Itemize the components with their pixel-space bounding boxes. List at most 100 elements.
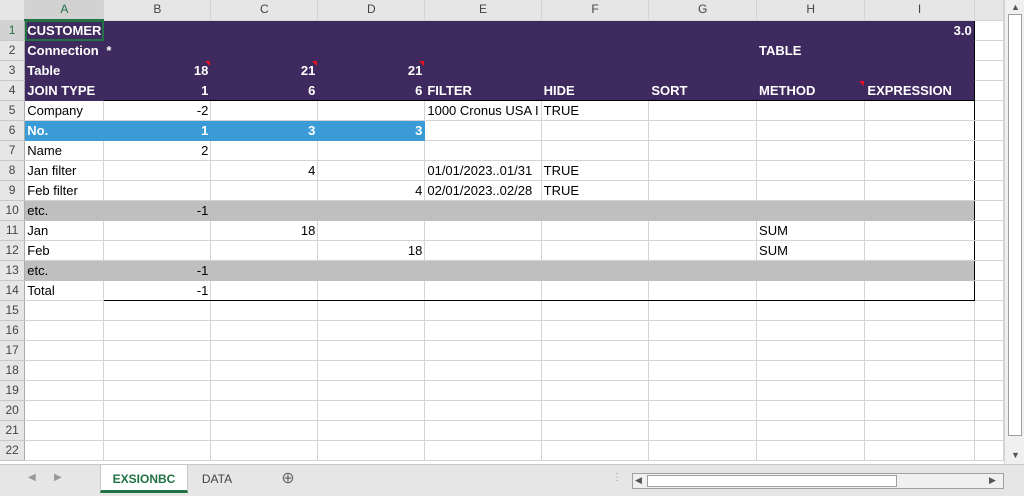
cell-d8[interactable]	[317, 160, 426, 181]
cell-e22[interactable]	[424, 440, 542, 461]
cell-f13[interactable]	[541, 260, 650, 281]
cell-c22[interactable]	[210, 440, 319, 461]
row-header-18[interactable]: 18	[0, 360, 26, 381]
cell-i14[interactable]	[864, 280, 975, 301]
cell-b4[interactable]: 1	[103, 80, 212, 101]
cell-d3[interactable]: 21	[317, 60, 426, 81]
cell-extra-12[interactable]	[974, 240, 1004, 261]
cell-e14[interactable]	[424, 280, 542, 301]
column-header-h[interactable]: H	[756, 0, 866, 21]
cell-e15[interactable]	[424, 300, 542, 321]
cell-g8[interactable]	[648, 160, 758, 181]
row-header-1[interactable]: 1	[0, 20, 26, 41]
cell-a6[interactable]: No.	[24, 120, 105, 141]
cell-c13[interactable]	[210, 260, 319, 281]
cell-extra-14[interactable]	[974, 280, 1004, 301]
column-header-f[interactable]: F	[541, 0, 650, 21]
cell-d17[interactable]	[317, 340, 426, 361]
cell-e4[interactable]: FILTER	[424, 80, 542, 101]
tab-exsionbc[interactable]: EXSIONBC	[100, 465, 188, 493]
cell-e5[interactable]: 1000 Cronus USA I	[424, 100, 542, 121]
cell-extra-8[interactable]	[974, 160, 1004, 181]
cell-g16[interactable]	[648, 320, 758, 341]
cell-h16[interactable]	[756, 320, 866, 341]
cell-g4[interactable]: SORT	[648, 80, 758, 101]
cell-a18[interactable]	[24, 360, 105, 381]
cell-a13[interactable]: etc.	[24, 260, 105, 281]
prev-sheet-icon[interactable]: ◀	[28, 472, 36, 483]
cell-c12[interactable]	[210, 240, 319, 261]
cell-c6[interactable]: 3	[210, 120, 319, 141]
cell-h1[interactable]	[756, 20, 866, 41]
cell-extra-15[interactable]	[974, 300, 1004, 321]
cell-h11[interactable]: SUM	[756, 220, 866, 241]
cell-h7[interactable]	[756, 140, 866, 161]
cell-c1[interactable]	[210, 20, 319, 41]
scroll-left-arrow-icon[interactable]: ◀	[635, 475, 642, 486]
cell-g21[interactable]	[648, 420, 758, 441]
cell-a8[interactable]: Jan filter	[24, 160, 105, 181]
row-header-13[interactable]: 13	[0, 260, 26, 281]
cell-b12[interactable]	[103, 240, 212, 261]
cell-h20[interactable]	[756, 400, 866, 421]
cell-a17[interactable]	[24, 340, 105, 361]
cell-h18[interactable]	[756, 360, 866, 381]
column-header-d[interactable]: D	[317, 0, 426, 21]
row-header-14[interactable]: 14	[0, 280, 26, 301]
next-sheet-icon[interactable]: ▶	[54, 472, 62, 483]
cell-d4[interactable]: 6	[317, 80, 426, 101]
cell-a19[interactable]	[24, 380, 105, 401]
spreadsheet-grid[interactable]: A B C D E F G H I 1 CUSTOMER 3.0 2 Connection * TABLE 3 T…	[0, 0, 1004, 464]
cell-extra-16[interactable]	[974, 320, 1004, 341]
cell-d6[interactable]: 3	[317, 120, 426, 141]
cell-i12[interactable]	[864, 240, 975, 261]
cell-g20[interactable]	[648, 400, 758, 421]
cell-d20[interactable]	[317, 400, 426, 421]
cell-extra-6[interactable]	[974, 120, 1004, 141]
cell-i16[interactable]	[864, 320, 975, 341]
cell-b1[interactable]	[103, 20, 212, 41]
cell-a11[interactable]: Jan	[24, 220, 105, 241]
cell-f22[interactable]	[541, 440, 650, 461]
cell-b11[interactable]	[103, 220, 212, 241]
cell-f7[interactable]	[541, 140, 650, 161]
cell-a21[interactable]	[24, 420, 105, 441]
cell-extra-18[interactable]	[974, 360, 1004, 381]
cell-c17[interactable]	[210, 340, 319, 361]
cell-b17[interactable]	[103, 340, 212, 361]
cell-b13[interactable]: -1	[103, 260, 212, 281]
cell-extra-3[interactable]	[974, 60, 1004, 81]
cell-h13[interactable]	[756, 260, 866, 281]
cell-h21[interactable]	[756, 420, 866, 441]
cell-h12[interactable]: SUM	[756, 240, 866, 261]
cell-b16[interactable]	[103, 320, 212, 341]
row-header-19[interactable]: 19	[0, 380, 26, 401]
cell-e9[interactable]: 02/01/2023..02/28	[424, 180, 542, 201]
cell-e3[interactable]	[424, 60, 542, 81]
cell-g19[interactable]	[648, 380, 758, 401]
row-header-6[interactable]: 6	[0, 120, 26, 141]
cell-c15[interactable]	[210, 300, 319, 321]
cell-f14[interactable]	[541, 280, 650, 301]
cell-c11[interactable]: 18	[210, 220, 319, 241]
cell-a9[interactable]: Feb filter	[24, 180, 105, 201]
cell-e6[interactable]	[424, 120, 542, 141]
cell-h4[interactable]: METHOD	[756, 80, 866, 101]
cell-f18[interactable]	[541, 360, 650, 381]
cell-extra-5[interactable]	[974, 100, 1004, 121]
cell-c21[interactable]	[210, 420, 319, 441]
cell-c10[interactable]	[210, 200, 319, 221]
cell-e10[interactable]	[424, 200, 542, 221]
cell-g15[interactable]	[648, 300, 758, 321]
row-header-2[interactable]: 2	[0, 40, 26, 61]
cell-extra-19[interactable]	[974, 380, 1004, 401]
cell-i9[interactable]	[864, 180, 975, 201]
cell-b9[interactable]	[103, 180, 212, 201]
cell-b6[interactable]: 1	[103, 120, 212, 141]
cell-a15[interactable]	[24, 300, 105, 321]
cell-f6[interactable]	[541, 120, 650, 141]
cell-h2[interactable]: TABLE	[756, 40, 866, 61]
cell-f21[interactable]	[541, 420, 650, 441]
row-header-17[interactable]: 17	[0, 340, 26, 361]
cell-f3[interactable]	[541, 60, 650, 81]
